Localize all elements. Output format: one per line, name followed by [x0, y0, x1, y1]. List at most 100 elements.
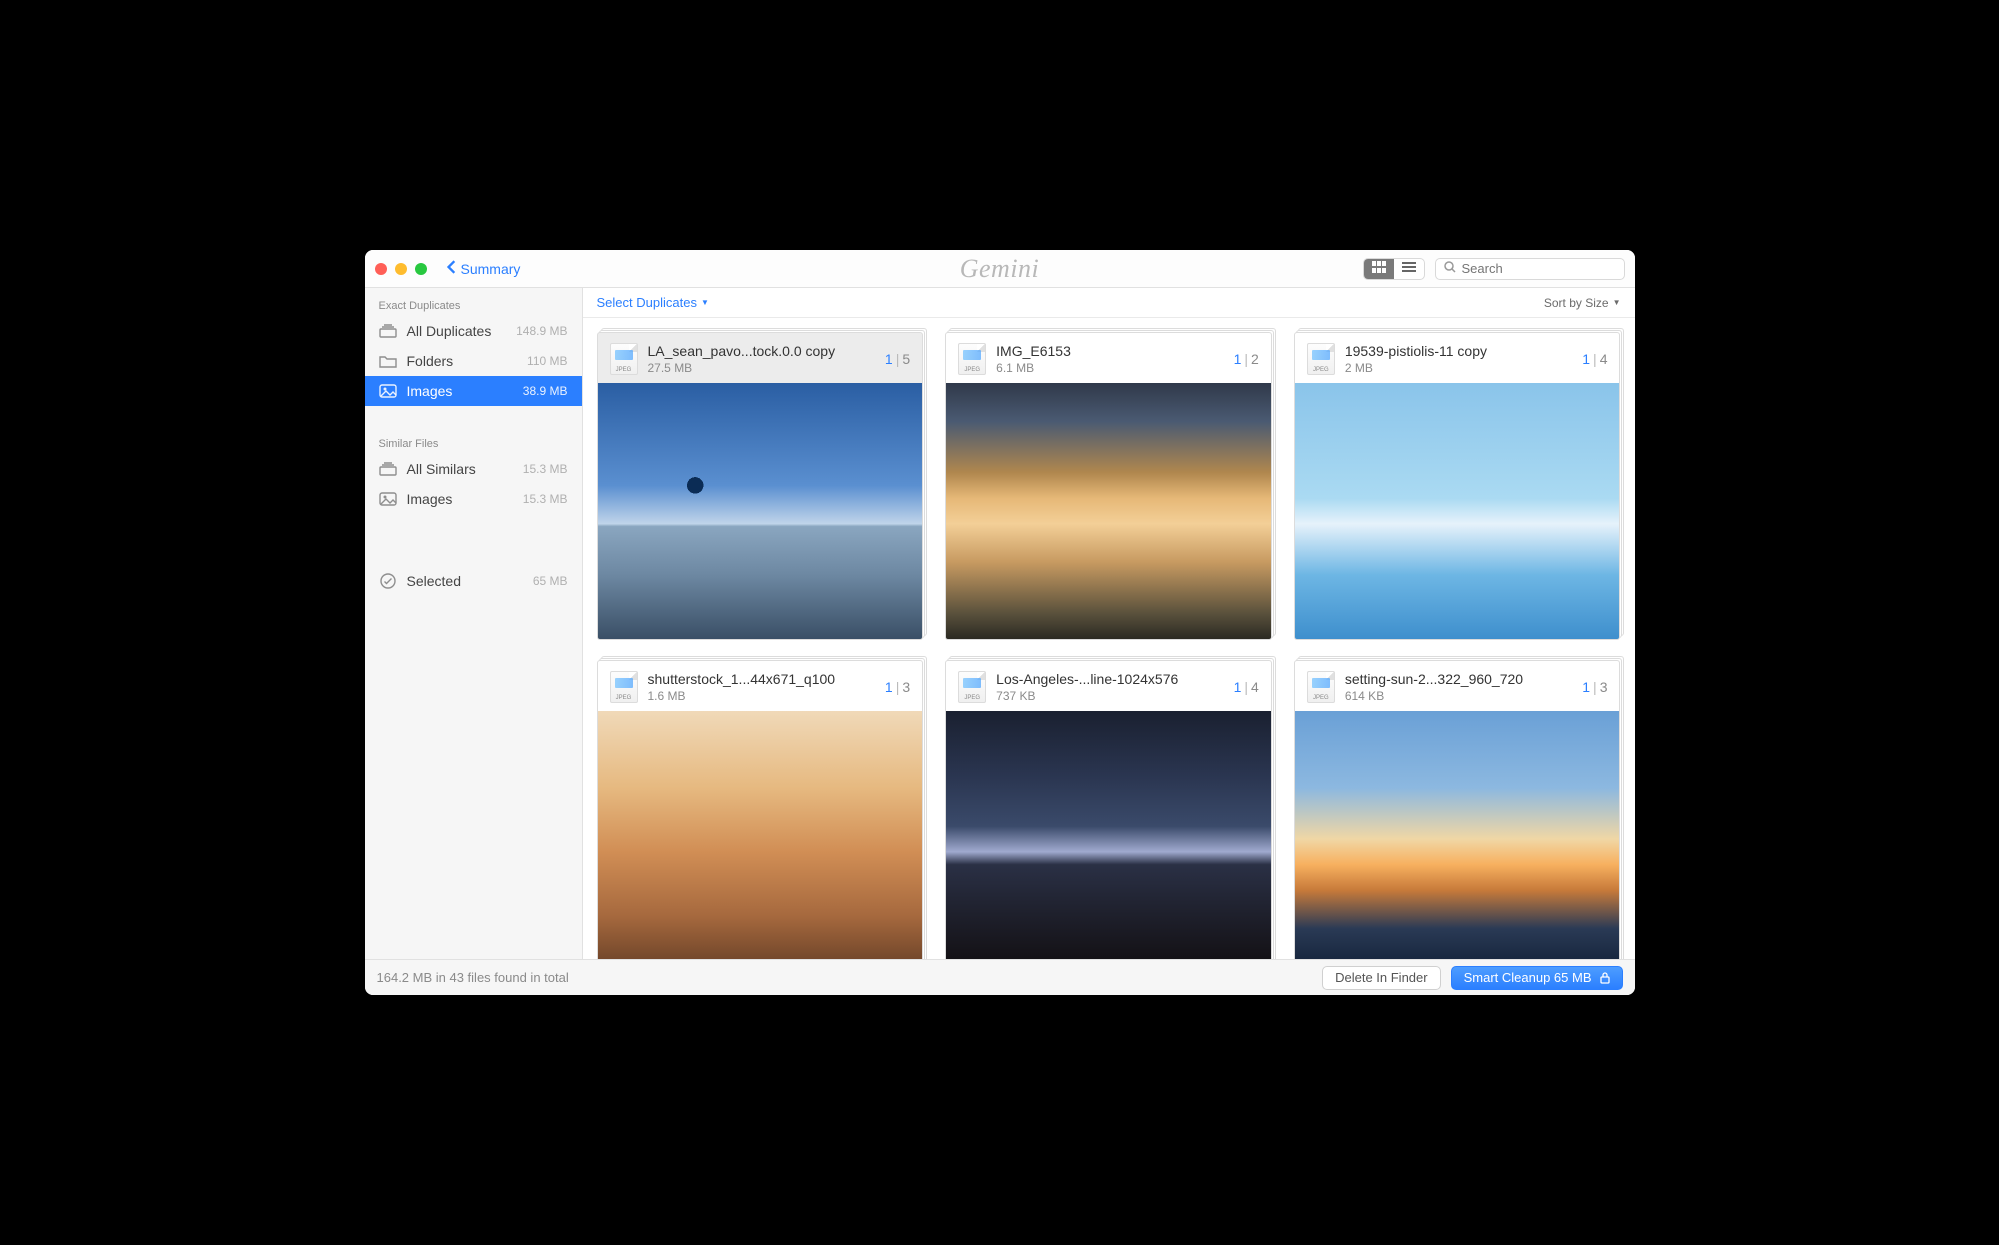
- grid-view-button[interactable]: [1364, 259, 1394, 279]
- sidebar-item-selected[interactable]: Selected 65 MB: [365, 566, 582, 596]
- main-panel: Select Duplicates ▼ Sort by Size ▼ JPEG …: [583, 288, 1635, 959]
- card-thumbnail: [598, 711, 923, 959]
- card-title: LA_sean_pavo...tock.0.0 copy: [648, 343, 875, 359]
- card-count-selected: 1: [885, 679, 893, 695]
- card-count-selected: 1: [1234, 351, 1242, 367]
- card-count: 1|5: [885, 351, 910, 367]
- duplicate-card[interactable]: JPEG shutterstock_1...44x671_q100 1.6 MB…: [597, 660, 924, 959]
- card-thumbnail: [598, 383, 923, 639]
- close-window-button[interactable]: [375, 263, 387, 275]
- card-count-total: 4: [1600, 351, 1608, 367]
- search-input[interactable]: [1462, 261, 1635, 276]
- smart-cleanup-label: Smart Cleanup 65 MB: [1464, 970, 1592, 985]
- chevron-down-icon: ▼: [1613, 299, 1621, 307]
- card-title: IMG_E6153: [996, 343, 1223, 359]
- sidebar-item-meta: 38.9 MB: [523, 384, 568, 398]
- zoom-window-button[interactable]: [415, 263, 427, 275]
- card-header: JPEG LA_sean_pavo...tock.0.0 copy 27.5 M…: [598, 333, 923, 383]
- card-inner: JPEG shutterstock_1...44x671_q100 1.6 MB…: [597, 660, 924, 959]
- sidebar-item-meta: 15.3 MB: [523, 492, 568, 506]
- image-icon: [379, 383, 397, 399]
- sidebar-item-label: All Duplicates: [407, 323, 507, 339]
- duplicate-card[interactable]: JPEG IMG_E6153 6.1 MB 1|2: [945, 332, 1272, 640]
- card-size: 6.1 MB: [996, 361, 1223, 375]
- main-toolbar: Select Duplicates ▼ Sort by Size ▼: [583, 288, 1635, 318]
- content-body: Exact Duplicates All Duplicates 148.9 MB…: [365, 288, 1635, 959]
- filetype-icon: JPEG: [958, 343, 986, 375]
- stack-icon: [379, 323, 397, 339]
- sidebar-section-title: Exact Duplicates: [365, 294, 582, 316]
- duplicate-card[interactable]: JPEG setting-sun-2...322_960_720 614 KB …: [1294, 660, 1621, 959]
- card-thumbnail: [946, 711, 1271, 959]
- sidebar-item-all-similars[interactable]: All Similars 15.3 MB: [365, 454, 582, 484]
- card-titles: setting-sun-2...322_960_720 614 KB: [1345, 671, 1572, 703]
- duplicate-card[interactable]: JPEG LA_sean_pavo...tock.0.0 copy 27.5 M…: [597, 332, 924, 640]
- smart-cleanup-button[interactable]: Smart Cleanup 65 MB: [1451, 966, 1623, 990]
- search-field[interactable]: [1435, 258, 1625, 280]
- check-circle-icon: [379, 573, 397, 589]
- card-count-total: 3: [1600, 679, 1608, 695]
- filetype-icon: JPEG: [610, 671, 638, 703]
- card-count: 1|3: [1582, 679, 1607, 695]
- results-grid: JPEG LA_sean_pavo...tock.0.0 copy 27.5 M…: [583, 318, 1635, 959]
- card-size: 27.5 MB: [648, 361, 875, 375]
- card-size: 614 KB: [1345, 689, 1572, 703]
- duplicate-card[interactable]: JPEG Los-Angeles-...line-1024x576 737 KB…: [945, 660, 1272, 959]
- titlebar: Summary Gemini: [365, 250, 1635, 288]
- sidebar-item-label: All Similars: [407, 461, 513, 477]
- app-logo: Gemini: [960, 254, 1040, 284]
- card-inner: JPEG setting-sun-2...322_960_720 614 KB …: [1294, 660, 1621, 959]
- card-title: 19539-pistiolis-11 copy: [1345, 343, 1572, 359]
- back-label: Summary: [461, 261, 521, 277]
- card-count-total: 3: [902, 679, 910, 695]
- card-header: JPEG setting-sun-2...322_960_720 614 KB …: [1295, 661, 1620, 711]
- chevron-left-icon: [447, 260, 457, 277]
- select-duplicates-label: Select Duplicates: [597, 295, 697, 310]
- footer: 164.2 MB in 43 files found in total Dele…: [365, 959, 1635, 995]
- sidebar-item-similar-images[interactable]: Images 15.3 MB: [365, 484, 582, 514]
- grid-icon: [1372, 261, 1386, 276]
- titlebar-right: [1363, 258, 1625, 280]
- back-button[interactable]: Summary: [441, 258, 527, 279]
- card-size: 1.6 MB: [648, 689, 875, 703]
- card-header: JPEG shutterstock_1...44x671_q100 1.6 MB…: [598, 661, 923, 711]
- list-icon: [1402, 261, 1416, 276]
- card-count-selected: 1: [1582, 351, 1590, 367]
- card-count-selected: 1: [1582, 679, 1590, 695]
- card-size: 2 MB: [1345, 361, 1572, 375]
- footer-status: 164.2 MB in 43 files found in total: [377, 970, 569, 985]
- sidebar-item-label: Selected: [407, 573, 523, 589]
- card-titles: LA_sean_pavo...tock.0.0 copy 27.5 MB: [648, 343, 875, 375]
- card-title: setting-sun-2...322_960_720: [1345, 671, 1572, 687]
- card-count-selected: 1: [1234, 679, 1242, 695]
- card-inner: JPEG IMG_E6153 6.1 MB 1|2: [945, 332, 1272, 640]
- sidebar-item-folders[interactable]: Folders 110 MB: [365, 346, 582, 376]
- sidebar-section-title: Similar Files: [365, 432, 582, 454]
- sort-button[interactable]: Sort by Size ▼: [1544, 296, 1621, 310]
- delete-in-finder-button[interactable]: Delete In Finder: [1322, 966, 1441, 990]
- sidebar-item-meta: 15.3 MB: [523, 462, 568, 476]
- lock-icon: [1600, 972, 1610, 984]
- list-view-button[interactable]: [1394, 259, 1424, 279]
- duplicate-card[interactable]: JPEG 19539-pistiolis-11 copy 2 MB 1|4: [1294, 332, 1621, 640]
- view-switcher: [1363, 258, 1425, 280]
- sidebar-item-images[interactable]: Images 38.9 MB: [365, 376, 582, 406]
- card-thumbnail: [1295, 383, 1620, 639]
- card-title: shutterstock_1...44x671_q100: [648, 671, 875, 687]
- card-count: 1|2: [1234, 351, 1259, 367]
- card-header: JPEG Los-Angeles-...line-1024x576 737 KB…: [946, 661, 1271, 711]
- sidebar-item-all-duplicates[interactable]: All Duplicates 148.9 MB: [365, 316, 582, 346]
- filetype-icon: JPEG: [610, 343, 638, 375]
- card-count: 1|3: [885, 679, 910, 695]
- stack-icon: [379, 461, 397, 477]
- card-count-total: 4: [1251, 679, 1259, 695]
- card-thumbnail: [1295, 711, 1620, 959]
- select-duplicates-button[interactable]: Select Duplicates ▼: [597, 295, 709, 310]
- sidebar: Exact Duplicates All Duplicates 148.9 MB…: [365, 288, 583, 959]
- card-inner: JPEG LA_sean_pavo...tock.0.0 copy 27.5 M…: [597, 332, 924, 640]
- card-inner: JPEG Los-Angeles-...line-1024x576 737 KB…: [945, 660, 1272, 959]
- card-titles: IMG_E6153 6.1 MB: [996, 343, 1223, 375]
- card-title: Los-Angeles-...line-1024x576: [996, 671, 1223, 687]
- chevron-down-icon: ▼: [701, 299, 709, 307]
- minimize-window-button[interactable]: [395, 263, 407, 275]
